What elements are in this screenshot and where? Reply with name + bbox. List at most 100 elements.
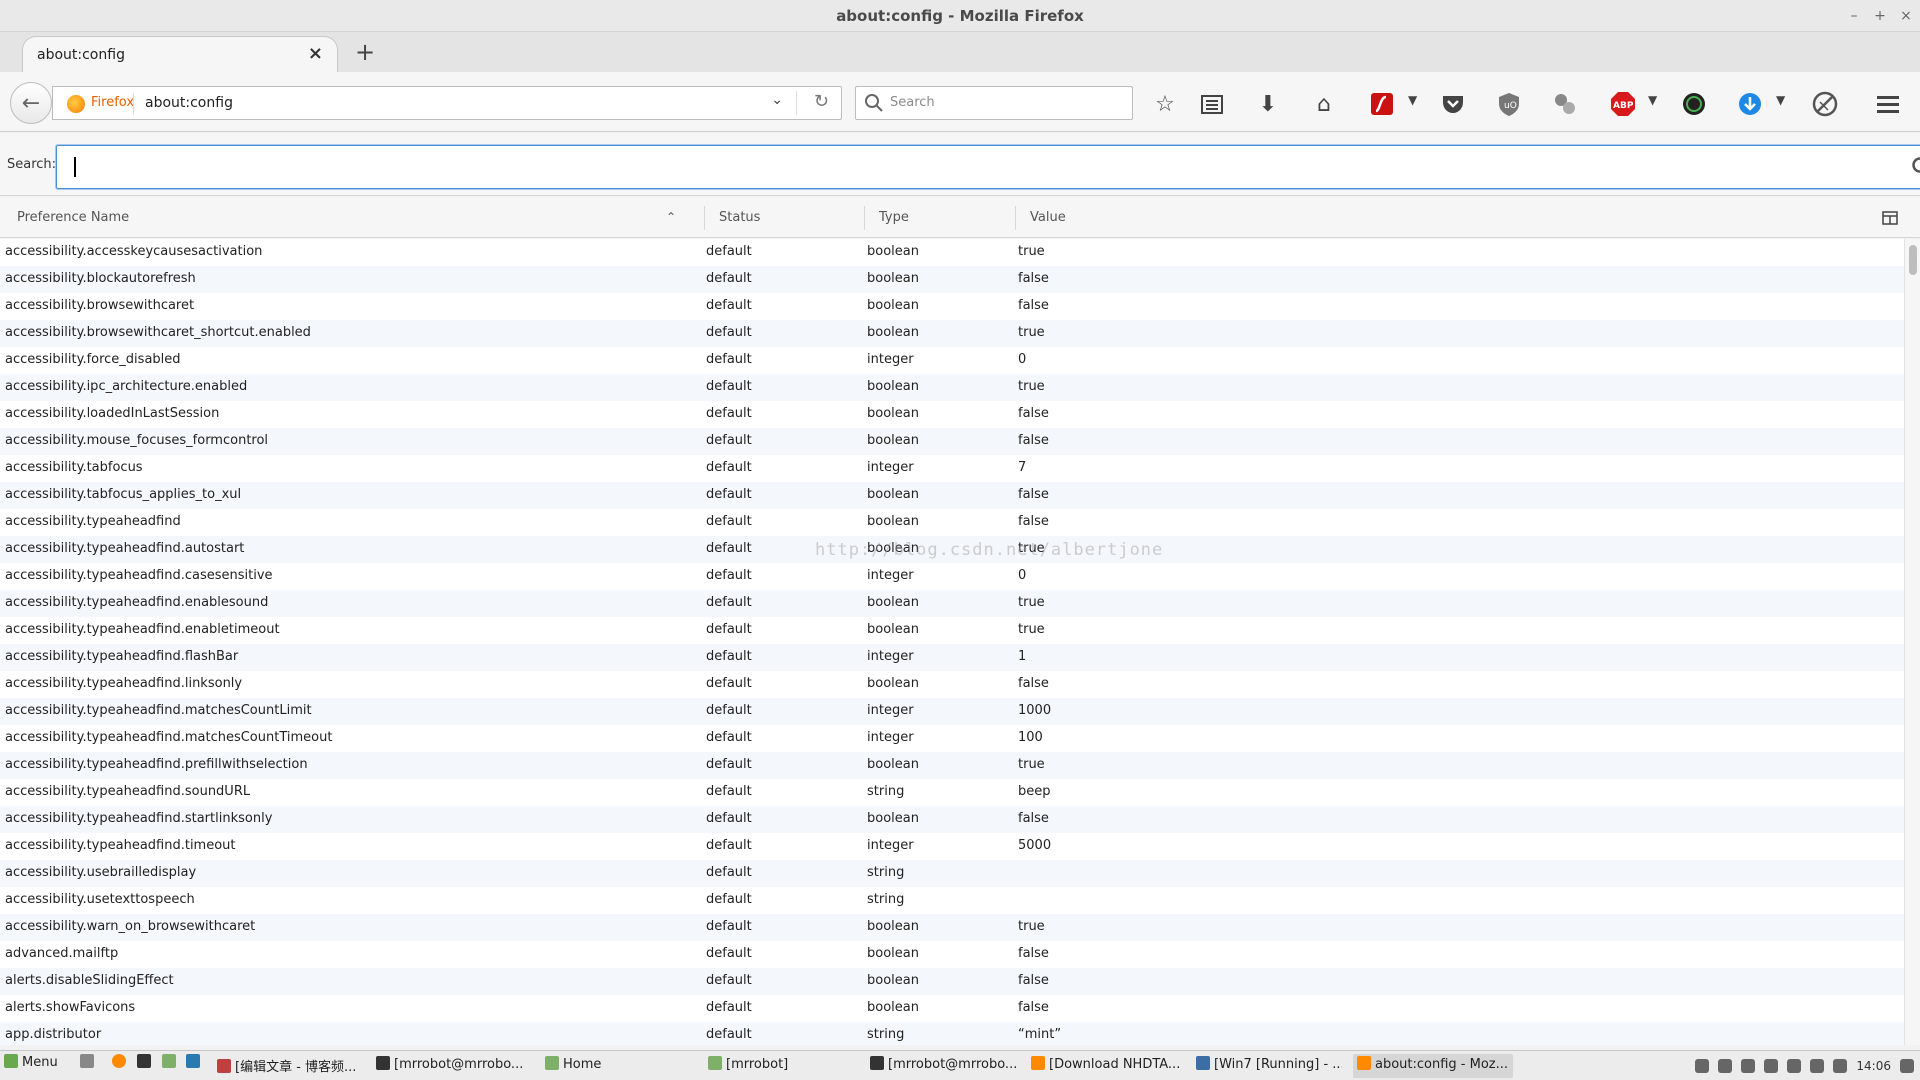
column-divider[interactable]	[1015, 206, 1016, 230]
preference-row[interactable]: accessibility.typeaheadfind.flashBar defa…	[0, 644, 1904, 671]
download-manager-icon[interactable]	[1736, 90, 1764, 118]
flash-dropdown-icon[interactable]: ▼	[1408, 93, 1417, 107]
download-manager-dropdown-icon[interactable]: ▼	[1776, 93, 1785, 107]
preference-row[interactable]: accessibility.warn_on_browsewithcaret def…	[0, 914, 1904, 941]
notifications-icon[interactable]	[1900, 1059, 1914, 1073]
preference-row[interactable]: accessibility.ipc_architecture.enabled de…	[0, 374, 1904, 401]
taskbar-window-button[interactable]: about:config - Moz...	[1353, 1054, 1513, 1078]
adblock-plus-icon[interactable]: ABP	[1609, 90, 1637, 118]
clock[interactable]: 14:06	[1856, 1059, 1891, 1073]
preference-row[interactable]: accessibility.usebrailledisplay default st…	[0, 860, 1904, 887]
taskbar-window-button[interactable]: [编辑文章 - 博客频...	[213, 1054, 363, 1078]
preference-type: boolean	[867, 811, 919, 826]
preference-row[interactable]: accessibility.force_disabled default integ…	[0, 347, 1904, 374]
preference-row[interactable]: accessibility.typeaheadfind.linksonly def…	[0, 671, 1904, 698]
files-launcher-icon[interactable]	[162, 1054, 180, 1078]
shield-icon[interactable]	[1810, 1059, 1825, 1073]
column-divider[interactable]	[864, 206, 865, 230]
taskbar-window-button[interactable]: [mrrobot@mrrobo...	[372, 1054, 524, 1078]
taskbar-window-button[interactable]: [mrrobot@mrrobo...	[866, 1054, 1018, 1078]
preference-row[interactable]: accessibility.accesskeycausesactivation d…	[0, 239, 1904, 266]
preference-row[interactable]: accessibility.mouse_focuses_formcontrol d…	[0, 428, 1904, 455]
preference-row[interactable]: accessibility.typeaheadfind.startlinkson…	[0, 806, 1904, 833]
preference-row[interactable]: accessibility.typeaheadfind.casesensitiv…	[0, 563, 1904, 590]
preference-row[interactable]: accessibility.typeaheadfind.enablesound d…	[0, 590, 1904, 617]
sort-ascending-icon[interactable]: ⌃	[666, 210, 676, 224]
column-type[interactable]: Type	[879, 210, 909, 225]
search-bar[interactable]: Search	[855, 86, 1133, 120]
preference-value: false	[1018, 946, 1049, 961]
preference-row[interactable]: accessibility.typeaheadfind.timeout defau…	[0, 833, 1904, 860]
window-title: about:config - Mozilla Firefox	[836, 7, 1084, 25]
preference-row[interactable]: accessibility.browsewithcaret_shortcut.e…	[0, 320, 1904, 347]
preference-row[interactable]: app.distributor default string “mint”	[0, 1022, 1904, 1045]
window-icon	[708, 1056, 722, 1070]
show-desktop-icon[interactable]	[80, 1054, 98, 1078]
start-menu-button[interactable]: Menu	[4, 1054, 74, 1078]
column-value[interactable]: Value	[1030, 210, 1066, 225]
config-search-input[interactable]	[56, 145, 1920, 189]
home-icon[interactable]: ⌂	[1310, 90, 1338, 118]
column-status[interactable]: Status	[719, 210, 760, 225]
bookmark-star-icon[interactable]: ☆	[1151, 90, 1179, 118]
preference-row[interactable]: accessibility.typeaheadfind.prefillwiths…	[0, 752, 1904, 779]
taskbar-window-button[interactable]: [Download NHDTA...	[1027, 1054, 1179, 1078]
hamburger-menu-icon[interactable]	[1874, 90, 1902, 118]
flash-icon[interactable]	[1368, 90, 1396, 118]
close-window-button[interactable]: ×	[1900, 8, 1912, 24]
reload-icon[interactable]: ↻	[814, 91, 829, 112]
scrollbar-thumb[interactable]	[1909, 245, 1917, 275]
writer-launcher-icon[interactable]	[186, 1054, 204, 1078]
vertical-scrollbar[interactable]	[1904, 239, 1920, 1045]
preference-row[interactable]: accessibility.tabfocus_applies_to_xul def…	[0, 482, 1904, 509]
taskbar-window-button[interactable]: [mrrobot]	[704, 1054, 854, 1078]
preference-row[interactable]: accessibility.typeaheadfind.enabletimeou…	[0, 617, 1904, 644]
preference-row[interactable]: accessibility.typeaheadfind default boolea…	[0, 509, 1904, 536]
extension-icon[interactable]	[1551, 90, 1579, 118]
url-text[interactable]: about:config	[145, 95, 233, 111]
preference-row[interactable]: accessibility.tabfocus default integer 7	[0, 455, 1904, 482]
preference-row[interactable]: accessibility.typeaheadfind.soundURL defa…	[0, 779, 1904, 806]
preference-row[interactable]: alerts.disableSlidingEffect default boolea…	[0, 968, 1904, 995]
dark-reader-icon[interactable]	[1680, 90, 1708, 118]
url-bar[interactable]: Firefox about:config ⌄ ↻	[52, 86, 842, 120]
column-divider[interactable]	[704, 206, 705, 230]
url-history-dropdown-icon[interactable]: ⌄	[771, 92, 783, 108]
tab-about-config[interactable]: about:config ×	[22, 36, 338, 73]
preference-row[interactable]: alerts.showFavicons default boolean false	[0, 995, 1904, 1022]
battery-icon[interactable]	[1764, 1059, 1779, 1073]
column-picker-icon[interactable]	[1882, 210, 1898, 226]
search-icon[interactable]	[1911, 156, 1920, 178]
preference-row[interactable]: accessibility.loadedInLastSession default…	[0, 401, 1904, 428]
preference-name: accessibility.mouse_focuses_formcontrol	[5, 433, 269, 448]
preference-row[interactable]: accessibility.usetexttospeech default stri…	[0, 887, 1904, 914]
preference-row[interactable]: accessibility.typeaheadfind.matchesCount…	[0, 725, 1904, 752]
taskbar-window-button[interactable]: Home	[541, 1054, 631, 1078]
preference-value: true	[1018, 757, 1045, 772]
privacy-icon[interactable]	[1811, 90, 1839, 118]
user-icon[interactable]	[1695, 1059, 1710, 1073]
download-icon[interactable]: ⬇	[1254, 90, 1282, 118]
volume-icon[interactable]	[1741, 1059, 1756, 1073]
wifi-icon[interactable]	[1718, 1059, 1733, 1073]
abp-dropdown-icon[interactable]: ▼	[1648, 93, 1657, 107]
back-button[interactable]: ←	[10, 82, 52, 124]
maximize-button[interactable]: +	[1874, 8, 1886, 24]
ublock-icon[interactable]: uO	[1495, 90, 1523, 118]
minimize-button[interactable]: –	[1848, 8, 1860, 24]
preference-row[interactable]: advanced.mailftp default boolean false	[0, 941, 1904, 968]
firefox-launcher-icon[interactable]	[112, 1054, 130, 1078]
preference-row[interactable]: accessibility.blockautorefresh default boo…	[0, 266, 1904, 293]
pocket-icon[interactable]	[1439, 90, 1467, 118]
preference-row[interactable]: accessibility.browsewithcaret default bool…	[0, 293, 1904, 320]
update-icon[interactable]	[1787, 1059, 1802, 1073]
preference-row[interactable]: accessibility.typeaheadfind.matchesCount…	[0, 698, 1904, 725]
taskbar-window-button[interactable]: [Win7 [Running] - ...	[1192, 1054, 1342, 1078]
reading-list-icon[interactable]	[1198, 90, 1226, 118]
new-tab-button[interactable]: +	[352, 38, 378, 66]
terminal-launcher-icon[interactable]	[137, 1054, 155, 1078]
bluetooth-icon[interactable]	[1833, 1059, 1848, 1073]
tab-close-icon[interactable]: ×	[308, 43, 323, 64]
column-preference-name[interactable]: Preference Name	[17, 210, 129, 225]
identity-label[interactable]: Firefox	[91, 95, 134, 110]
